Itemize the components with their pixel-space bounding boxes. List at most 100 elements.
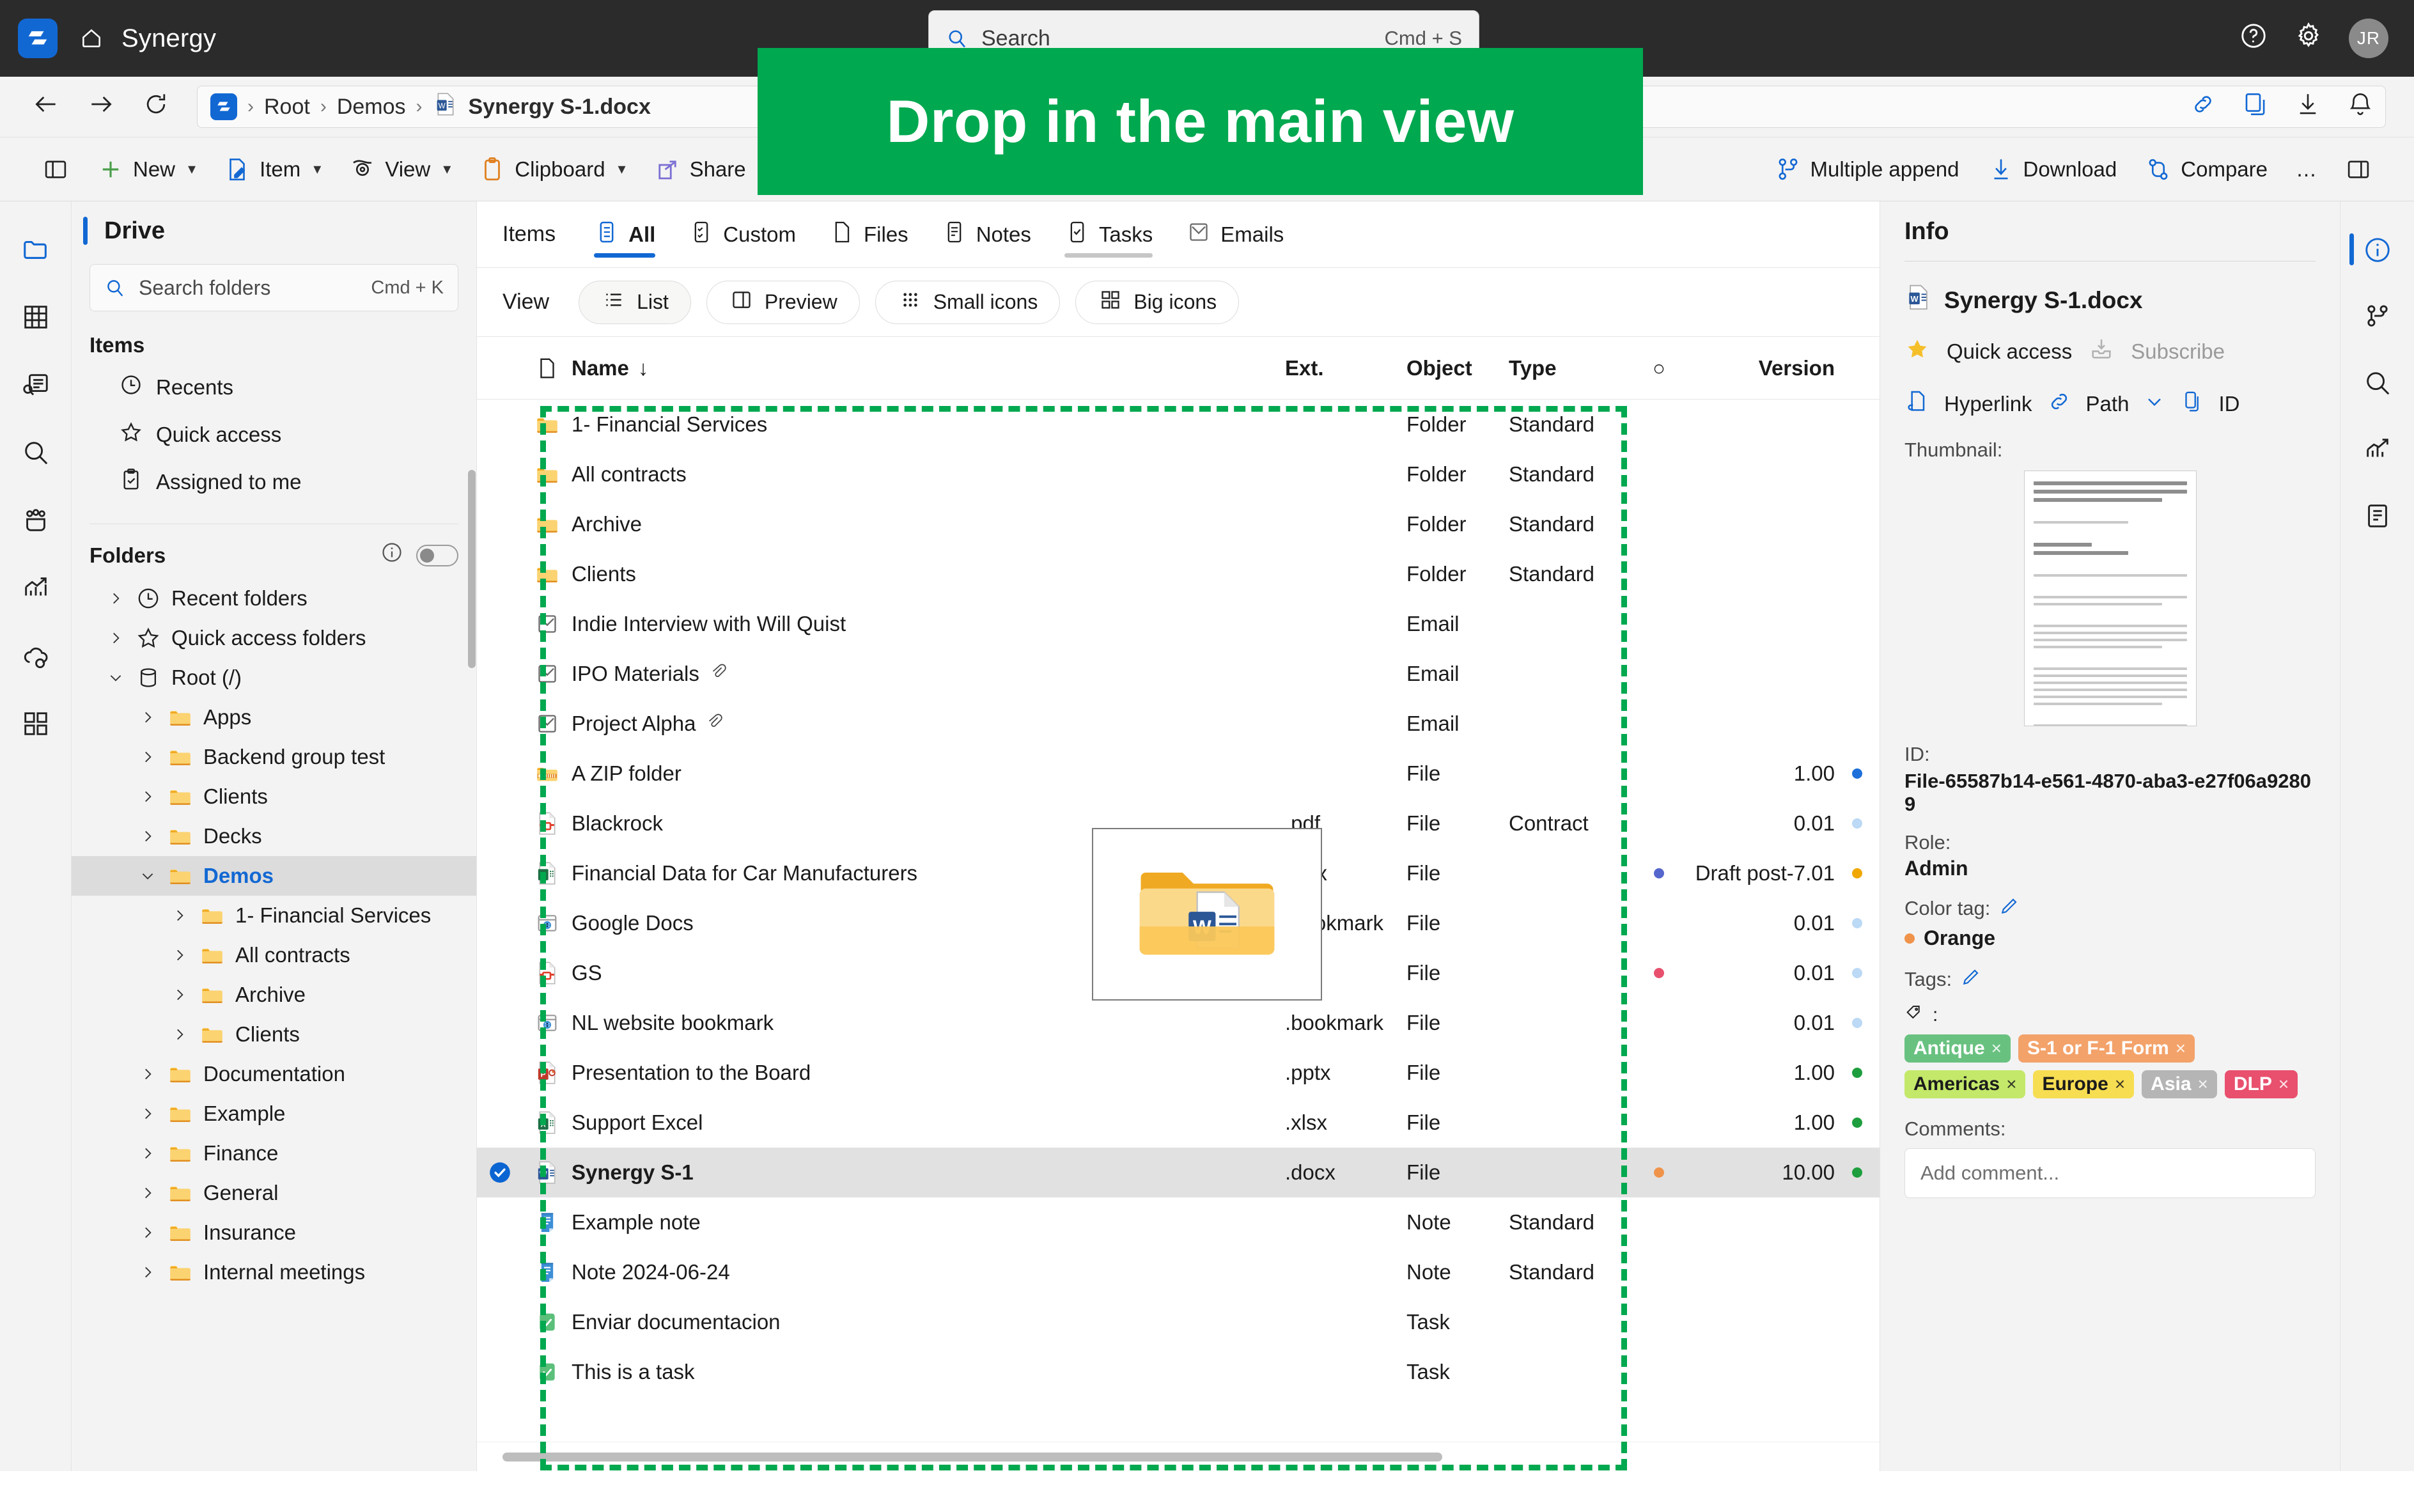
horizontal-scrollbar[interactable] xyxy=(477,1442,1880,1471)
table-row[interactable]: NL website bookmark .bookmark File 0.01 xyxy=(477,998,1880,1048)
chevron-right-icon[interactable] xyxy=(169,1026,191,1043)
tag-remove-icon[interactable]: × xyxy=(2278,1074,2289,1095)
rrail-analytics-icon[interactable] xyxy=(2340,416,2414,483)
table-row[interactable]: A ZIP folder File 1.00 xyxy=(477,749,1880,799)
horizontal-scrollbar-thumb[interactable] xyxy=(502,1452,1442,1461)
chevron-right-icon[interactable] xyxy=(105,630,127,646)
tag-chip[interactable]: Asia × xyxy=(2142,1070,2217,1098)
download-button[interactable]: Download xyxy=(1974,148,2131,191)
column-header-name[interactable]: Name ↓ xyxy=(572,356,1285,380)
help-icon[interactable] xyxy=(2239,21,2268,56)
right-panel-toggle-button[interactable] xyxy=(2331,148,2386,191)
rail-drive-icon[interactable] xyxy=(0,215,72,283)
tab-tasks[interactable]: Tasks xyxy=(1048,201,1169,268)
chevron-down-icon[interactable] xyxy=(137,868,159,884)
chevron-right-icon[interactable] xyxy=(137,749,159,765)
breadcrumb-item-demos[interactable]: Demos xyxy=(337,95,406,120)
rail-grid-icon[interactable] xyxy=(0,283,72,351)
info-circle-icon[interactable] xyxy=(380,541,403,570)
chevron-right-icon[interactable] xyxy=(137,1224,159,1241)
gear-icon[interactable] xyxy=(2294,21,2323,56)
rail-report-icon[interactable] xyxy=(0,351,72,419)
tag-remove-icon[interactable]: × xyxy=(2115,1074,2125,1095)
tab-notes[interactable]: Notes xyxy=(925,201,1048,268)
rail-cloud-sync-icon[interactable] xyxy=(0,622,72,690)
chevron-right-icon[interactable] xyxy=(137,828,159,845)
copy-id-icon[interactable] xyxy=(2180,389,2204,419)
table-row[interactable]: IPO Materials Email xyxy=(477,649,1880,699)
tag-remove-icon[interactable]: × xyxy=(2176,1038,2186,1059)
share-button[interactable]: Share xyxy=(640,148,760,191)
chevron-down-icon[interactable]: ▾ xyxy=(443,160,451,178)
folder-search-input[interactable]: Search folders Cmd + K xyxy=(90,264,458,311)
multiple-append-button[interactable]: Multiple append xyxy=(1761,148,1974,191)
table-row[interactable]: All contracts Folder Standard xyxy=(477,449,1880,499)
table-row[interactable]: This is a task Task xyxy=(477,1347,1880,1397)
tab-all[interactable]: All xyxy=(577,201,672,268)
refresh-icon[interactable] xyxy=(142,90,170,124)
home-icon[interactable] xyxy=(79,26,104,51)
table-row[interactable]: Note 2024-06-24 Note Standard xyxy=(477,1247,1880,1297)
avatar[interactable]: JR xyxy=(2349,19,2388,58)
tree-node-archive[interactable]: Archive xyxy=(72,975,476,1015)
rail-teams-icon[interactable] xyxy=(0,487,72,554)
tag-chip[interactable]: DLP × xyxy=(2224,1070,2298,1098)
table-row[interactable]: 1- Financial Services Folder Standard xyxy=(477,400,1880,449)
sidebar-item-recents[interactable]: Recents xyxy=(72,364,476,411)
table-row[interactable]: P Presentation to the Board .pptx File 1.00 xyxy=(477,1048,1880,1098)
subscribe-icon[interactable] xyxy=(2089,336,2114,367)
chevron-right-icon[interactable] xyxy=(137,1264,159,1281)
column-header-ext[interactable]: Ext. xyxy=(1285,356,1406,380)
sidebar-item-quick-access[interactable]: Quick access xyxy=(72,411,476,458)
hyperlink-button[interactable]: Hyperlink xyxy=(1944,392,2032,416)
column-header-object[interactable]: Object xyxy=(1406,356,1509,380)
tag-chip[interactable]: Americas × xyxy=(1904,1070,2026,1098)
column-header-colortag[interactable]: ○ xyxy=(1630,356,1688,380)
chevron-down-icon[interactable]: ▾ xyxy=(313,160,321,178)
tree-node-root[interactable]: Root (/) xyxy=(72,658,476,698)
view-mode-small-icons[interactable]: Small icons xyxy=(875,280,1061,324)
tree-node-apps[interactable]: Apps xyxy=(72,698,476,737)
edit-pencil-icon[interactable] xyxy=(1961,967,1981,992)
table-row[interactable]: Indie Interview with Will Quist Email xyxy=(477,599,1880,649)
table-row[interactable]: Clients Folder Standard xyxy=(477,549,1880,599)
tag-chip[interactable]: Europe × xyxy=(2033,1070,2135,1098)
table-row[interactable]: Enviar documentacion Task xyxy=(477,1297,1880,1347)
tab-emails[interactable]: Emails xyxy=(1169,201,1300,268)
view-mode-list[interactable]: List xyxy=(579,280,691,324)
column-header-type[interactable]: Type xyxy=(1509,356,1630,380)
rrail-search-icon[interactable] xyxy=(2340,350,2414,416)
breadcrumb-item-current[interactable]: Synergy S-1.docx xyxy=(469,95,651,120)
chevron-down-icon[interactable]: ▾ xyxy=(188,160,196,178)
breadcrumb-item-root[interactable]: Root xyxy=(264,95,310,120)
tag-remove-icon[interactable]: × xyxy=(2198,1074,2208,1095)
tree-node-documentation[interactable]: Documentation xyxy=(72,1054,476,1094)
folders-toggle-switch[interactable] xyxy=(416,544,458,566)
rail-analytics-icon[interactable] xyxy=(0,554,72,622)
forward-icon[interactable] xyxy=(87,90,115,124)
column-header-version[interactable]: Version xyxy=(1688,356,1835,380)
back-icon[interactable] xyxy=(32,90,60,124)
chevron-right-icon[interactable] xyxy=(137,1145,159,1162)
tree-node-demos[interactable]: Demos xyxy=(72,856,476,896)
rrail-document-icon[interactable] xyxy=(2340,483,2414,549)
tree-node-clients[interactable]: Clients xyxy=(72,777,476,816)
link-icon[interactable] xyxy=(2190,91,2216,123)
tree-node-finance[interactable]: Finance xyxy=(72,1134,476,1173)
tree-node-recent-folders[interactable]: Recent folders xyxy=(72,579,476,618)
download-icon[interactable] xyxy=(2294,91,2321,123)
subscribe-button[interactable]: Subscribe xyxy=(2131,339,2225,364)
tree-node-insurance[interactable]: Insurance xyxy=(72,1213,476,1252)
chevron-right-icon[interactable] xyxy=(137,709,159,726)
chevron-right-icon[interactable] xyxy=(137,1066,159,1082)
chevron-right-icon[interactable] xyxy=(169,947,191,963)
link-icon[interactable] xyxy=(2046,389,2072,419)
tree-node-clients[interactable]: Clients xyxy=(72,1015,476,1054)
chevron-right-icon[interactable] xyxy=(137,1105,159,1122)
tree-node-decks[interactable]: Decks xyxy=(72,816,476,856)
tag-chip[interactable]: Antique × xyxy=(1904,1034,2011,1063)
chevron-down-icon[interactable]: ▾ xyxy=(618,160,626,178)
tree-node-general[interactable]: General xyxy=(72,1173,476,1213)
view-mode-big-icons[interactable]: Big icons xyxy=(1075,280,1240,324)
bell-icon[interactable] xyxy=(2347,91,2374,123)
